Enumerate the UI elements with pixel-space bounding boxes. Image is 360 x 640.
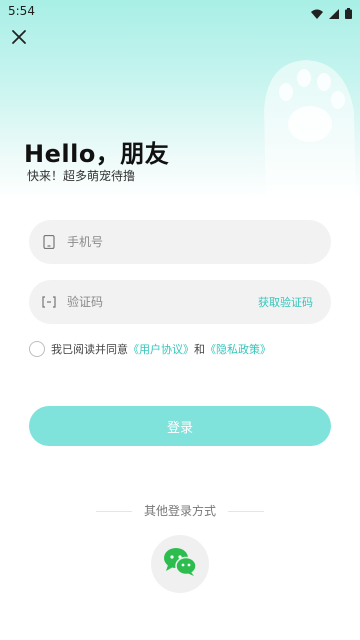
- close-button[interactable]: [8, 26, 30, 48]
- close-icon: [8, 30, 30, 52]
- wifi-icon: [311, 4, 323, 23]
- other-login-section: 其他登录方式: [0, 502, 360, 519]
- phone-field[interactable]: [29, 220, 331, 264]
- user-agreement-link[interactable]: 《用户协议》: [128, 341, 194, 357]
- paw-illustration: [246, 52, 360, 202]
- code-field[interactable]: 获取验证码: [29, 280, 331, 324]
- agreement-and: 和: [194, 343, 205, 356]
- status-bar: 5:54: [0, 0, 360, 24]
- signal-icon: [329, 4, 339, 23]
- status-icons: [311, 4, 352, 23]
- code-icon: [41, 294, 57, 310]
- battery-icon: [345, 4, 352, 23]
- status-time: 5:54: [8, 4, 35, 18]
- divider-left: [96, 511, 133, 512]
- wechat-login-button[interactable]: [151, 535, 209, 593]
- divider-right: [227, 511, 264, 512]
- page-subtitle: 快来！超多萌宠待撸: [27, 169, 136, 183]
- phone-input[interactable]: [65, 234, 331, 250]
- get-code-button[interactable]: 获取验证码: [258, 294, 313, 310]
- login-button[interactable]: 登录: [29, 406, 331, 446]
- agreement-row: 我已阅读并同意 《用户协议》 和 《隐私政策》: [29, 341, 271, 357]
- wechat-icon: [163, 547, 197, 581]
- privacy-policy-link[interactable]: 《隐私政策》: [205, 341, 271, 357]
- phone-icon: [41, 234, 57, 250]
- agreement-prefix: 我已阅读并同意: [51, 343, 128, 356]
- other-login-label: 其他登录方式: [143, 504, 216, 518]
- agreement-checkbox[interactable]: [29, 341, 45, 357]
- page-title: Hello，朋友: [24, 140, 170, 168]
